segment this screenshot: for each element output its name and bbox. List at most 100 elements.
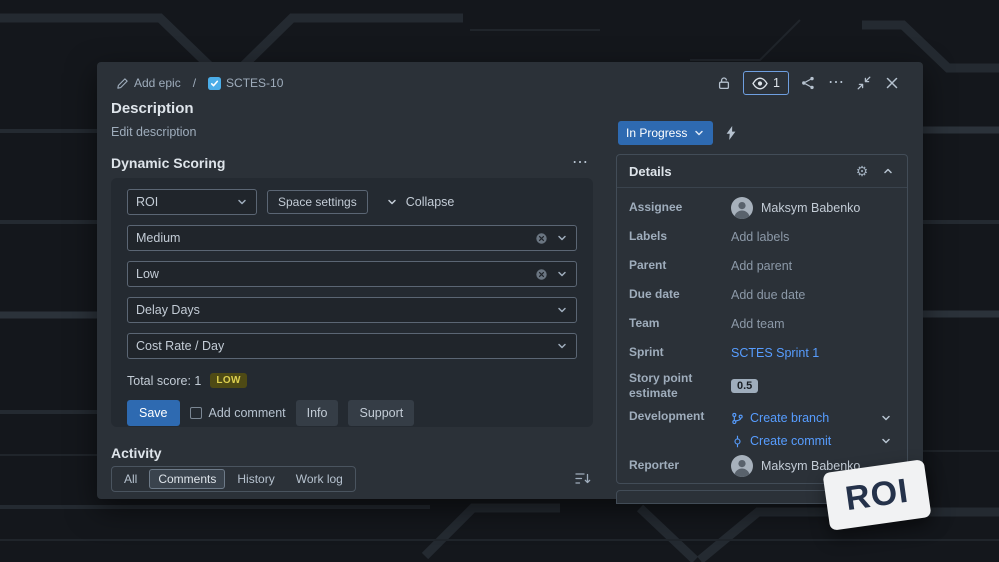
create-commit-link[interactable]: Create commit — [731, 434, 831, 448]
commit-dropdown-button[interactable] — [877, 432, 895, 450]
space-settings-label: Space settings — [278, 195, 357, 209]
add-parent-button[interactable]: Add parent — [731, 259, 792, 273]
share-button[interactable] — [795, 70, 821, 96]
field-label: Parent — [629, 258, 731, 273]
issue-modal-header: Add epic / SCTES-10 1 — [111, 70, 905, 96]
scoring-select-1-value: Medium — [136, 231, 180, 245]
scoring-select-4[interactable]: Cost Rate / Day — [127, 333, 577, 359]
clear-icon[interactable] — [535, 268, 548, 281]
add-labels-button[interactable]: Add labels — [731, 230, 789, 244]
field-label: Sprint — [629, 345, 731, 360]
chevron-down-icon — [556, 304, 568, 316]
field-label: Assignee — [629, 200, 731, 215]
create-branch-link[interactable]: Create branch — [731, 411, 829, 425]
activity-title: Activity — [111, 445, 162, 461]
description-section: Description Edit description — [111, 100, 196, 139]
chevron-down-icon — [556, 232, 568, 244]
total-score-text: Total score: 1 — [127, 374, 201, 388]
edit-description-area[interactable]: Edit description — [111, 125, 196, 139]
tab-all[interactable]: All — [115, 469, 146, 489]
tab-comments[interactable]: Comments — [149, 469, 225, 489]
info-button[interactable]: Info — [296, 400, 339, 426]
field-label: Reporter — [629, 458, 731, 473]
breadcrumb-separator: / — [193, 76, 196, 90]
story-point-badge[interactable]: 0.5 — [731, 379, 758, 393]
dynamic-scoring-title: Dynamic Scoring — [111, 155, 225, 171]
scoring-select-3[interactable]: Delay Days — [127, 297, 577, 323]
watch-button[interactable]: 1 — [743, 71, 789, 95]
scoring-select-2[interactable]: Low — [127, 261, 577, 287]
activity-tab-bar: All Comments History Work log — [111, 466, 356, 492]
collapse-arrows-icon — [857, 76, 871, 90]
roi-sticker-text: ROI — [843, 471, 911, 518]
space-settings-button[interactable]: Space settings — [267, 190, 368, 214]
collapse-button[interactable]: Collapse — [386, 195, 455, 209]
add-comment-checkbox[interactable]: Add comment — [190, 406, 286, 420]
create-commit-label: Create commit — [750, 434, 831, 448]
field-label: Story point estimate — [629, 371, 731, 401]
development-actions: Create branch — [731, 409, 895, 450]
assignee-value[interactable]: Maksym Babenko — [731, 197, 860, 219]
clear-icon[interactable] — [535, 232, 548, 245]
minimize-button[interactable] — [851, 70, 877, 96]
scoring-select-1[interactable]: Medium — [127, 225, 577, 251]
branch-dropdown-button[interactable] — [877, 409, 895, 427]
details-title: Details — [629, 164, 672, 179]
close-button[interactable] — [879, 70, 905, 96]
create-branch-label: Create branch — [750, 411, 829, 425]
desktop-background: Add epic / SCTES-10 1 — [0, 0, 999, 562]
activity-sort-button[interactable] — [571, 468, 595, 488]
field-row-parent: Parent Add parent — [629, 251, 895, 280]
automation-button[interactable] — [718, 120, 744, 146]
add-epic-label: Add epic — [134, 76, 181, 90]
assignee-name: Maksym Babenko — [761, 201, 860, 215]
issue-modal: Add epic / SCTES-10 1 — [97, 62, 923, 499]
scoring-toolbar: ROI Space settings Collapse — [127, 189, 577, 215]
chevron-down-icon — [556, 268, 568, 280]
status-dropdown[interactable]: In Progress — [618, 121, 713, 145]
details-panel: Details ⚙ Assignee — [616, 154, 908, 484]
add-epic-button[interactable]: Add epic — [111, 73, 186, 93]
lock-button[interactable] — [711, 70, 737, 96]
details-header: Details ⚙ — [617, 155, 907, 188]
task-type-icon — [208, 77, 221, 90]
tab-work-log[interactable]: Work log — [287, 469, 352, 489]
close-icon — [886, 77, 898, 89]
chevron-down-icon — [386, 196, 398, 208]
field-label: Due date — [629, 287, 731, 302]
roi-select[interactable]: ROI — [127, 189, 257, 215]
details-collapse-button[interactable] — [877, 160, 899, 182]
tab-history[interactable]: History — [228, 469, 283, 489]
save-button[interactable]: Save — [127, 400, 180, 426]
status-label: In Progress — [626, 126, 687, 140]
total-score-row: Total score: 1 LOW — [127, 373, 577, 388]
field-label: Development — [629, 409, 731, 424]
watch-count: 1 — [773, 76, 780, 90]
chevron-up-icon — [882, 165, 894, 177]
gear-icon: ⚙ — [856, 164, 869, 178]
create-branch-row: Create branch — [731, 409, 895, 427]
chevron-down-icon — [880, 435, 892, 447]
field-row-labels: Labels Add labels — [629, 222, 895, 251]
add-comment-label: Add comment — [209, 406, 286, 420]
scoring-actions-row: Save Add comment Info Support — [127, 400, 577, 426]
add-team-button[interactable]: Add team — [731, 317, 785, 331]
chevron-down-icon — [556, 340, 568, 352]
eye-icon — [752, 77, 768, 90]
status-row: In Progress — [618, 120, 744, 146]
more-actions-button[interactable]: ⋯ — [823, 70, 849, 96]
support-button[interactable]: Support — [348, 400, 414, 426]
ellipsis-icon: ⋯ — [572, 155, 588, 171]
chevron-down-icon — [236, 196, 248, 208]
avatar — [731, 197, 753, 219]
create-commit-row: Create commit — [731, 432, 895, 450]
dynamic-scoring-menu-button[interactable]: ⋯ — [567, 152, 593, 174]
details-body: Assignee Maksym Babenko Labels Add label… — [617, 188, 907, 480]
details-settings-button[interactable]: ⚙ — [851, 160, 873, 182]
add-due-date-button[interactable]: Add due date — [731, 288, 805, 302]
collapse-label: Collapse — [406, 195, 455, 209]
issue-key-link[interactable]: SCTES-10 — [203, 73, 288, 93]
ellipsis-icon: ⋯ — [828, 75, 844, 91]
sprint-link[interactable]: SCTES Sprint 1 — [731, 346, 819, 360]
checkbox-icon — [190, 407, 202, 419]
